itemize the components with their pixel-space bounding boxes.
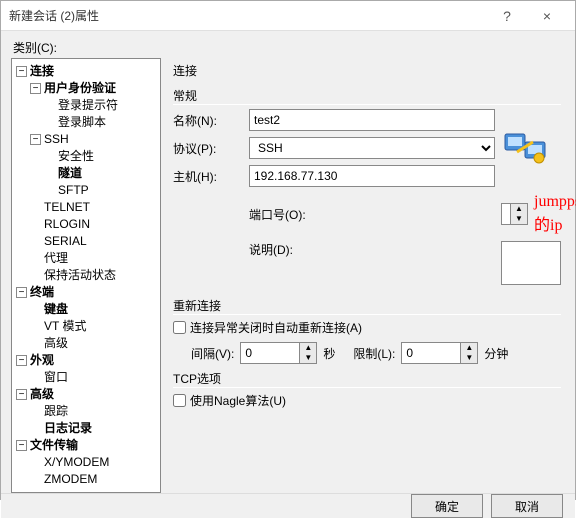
tree-terminal[interactable]: −终端 键盘 VT 模式 高级 bbox=[16, 284, 158, 352]
category-label: 类别(C): bbox=[13, 39, 565, 56]
minutes-label: 分钟 bbox=[484, 345, 508, 362]
tree-xymodem[interactable]: X/YMODEM bbox=[30, 454, 158, 471]
tree-ssh[interactable]: −SSH 安全性 隧道 SFTP bbox=[30, 131, 158, 199]
limit-input[interactable] bbox=[401, 342, 461, 364]
dialog-window: 新建会话 (2)属性 ? × 类别(C): − 连接 −用户身份验证 登录提示符 … bbox=[0, 0, 576, 500]
tree-security[interactable]: 安全性 bbox=[44, 148, 158, 165]
tree-serial[interactable]: SERIAL bbox=[30, 233, 158, 250]
tree-telnet[interactable]: TELNET bbox=[30, 199, 158, 216]
spin-down-icon[interactable]: ▼ bbox=[300, 353, 316, 363]
protocol-label: 协议(P): bbox=[173, 140, 243, 157]
collapse-icon[interactable]: − bbox=[16, 287, 27, 298]
tree-rlogin[interactable]: RLOGIN bbox=[30, 216, 158, 233]
tree-logging[interactable]: 日志记录 bbox=[30, 420, 158, 437]
panel-title: 连接 bbox=[173, 60, 561, 81]
tree-tunnel[interactable]: 隧道 bbox=[44, 165, 158, 182]
tree-window[interactable]: 窗口 bbox=[30, 369, 158, 386]
spin-down-icon[interactable]: ▼ bbox=[511, 214, 527, 224]
interval-stepper[interactable]: ▲▼ bbox=[240, 342, 317, 364]
window-title: 新建会话 (2)属性 bbox=[9, 7, 487, 24]
group-general-label: 常规 bbox=[173, 87, 561, 104]
tree-connection[interactable]: −连接 −用户身份验证 登录提示符 登录脚本 −SSH 安全性 bbox=[16, 63, 158, 284]
collapse-icon[interactable]: − bbox=[16, 440, 27, 451]
description-input[interactable] bbox=[501, 241, 561, 285]
name-input[interactable] bbox=[249, 109, 495, 131]
group-reconnect-label: 重新连接 bbox=[173, 297, 561, 314]
host-input[interactable] bbox=[249, 165, 495, 187]
limit-stepper[interactable]: ▲▼ bbox=[401, 342, 478, 364]
spin-up-icon[interactable]: ▲ bbox=[300, 343, 316, 353]
interval-label: 间隔(V): bbox=[191, 345, 234, 362]
collapse-icon[interactable]: − bbox=[16, 389, 27, 400]
tree-sftp[interactable]: SFTP bbox=[44, 182, 158, 199]
port-input[interactable] bbox=[501, 203, 511, 225]
tree-filetransfer[interactable]: −文件传输 X/YMODEM ZMODEM bbox=[16, 437, 158, 488]
tree-vtmode[interactable]: VT 模式 bbox=[30, 318, 158, 335]
help-button[interactable]: ? bbox=[487, 1, 527, 31]
spin-down-icon[interactable]: ▼ bbox=[461, 353, 477, 363]
tree-advanced[interactable]: −高级 跟踪 日志记录 bbox=[16, 386, 158, 437]
host-label: 主机(H): bbox=[173, 168, 243, 185]
content-row: − 连接 −用户身份验证 登录提示符 登录脚本 − SSH 安全性 bbox=[11, 58, 565, 493]
protocol-select[interactable]: SSH bbox=[249, 137, 495, 159]
nagle-label: 使用Nagle算法(U) bbox=[190, 392, 286, 409]
close-button[interactable]: × bbox=[527, 1, 567, 31]
divider bbox=[173, 104, 561, 105]
port-label: 端口号(O): bbox=[249, 206, 495, 223]
collapse-icon[interactable]: − bbox=[30, 83, 41, 94]
spin-up-icon[interactable]: ▲ bbox=[461, 343, 477, 353]
auto-reconnect-checkbox[interactable] bbox=[173, 321, 186, 334]
auto-reconnect-label: 连接异常关闭时自动重新连接(A) bbox=[190, 319, 362, 336]
tree-keyboard[interactable]: 键盘 bbox=[30, 301, 158, 318]
category-tree[interactable]: −连接 −用户身份验证 登录提示符 登录脚本 −SSH 安全性 bbox=[11, 58, 161, 493]
description-label: 说明(D): bbox=[249, 241, 495, 258]
collapse-icon[interactable]: − bbox=[16, 66, 27, 77]
nagle-checkbox[interactable] bbox=[173, 394, 186, 407]
tree-login-script[interactable]: 登录脚本 bbox=[44, 114, 158, 131]
ok-button[interactable]: 确定 bbox=[411, 494, 483, 518]
button-bar: 确定 取消 bbox=[1, 493, 575, 518]
divider bbox=[173, 387, 561, 388]
seconds-label: 秒 bbox=[323, 345, 335, 362]
connection-icon bbox=[501, 124, 549, 172]
collapse-icon[interactable]: − bbox=[30, 134, 41, 145]
tree-auth[interactable]: −用户身份验证 登录提示符 登录脚本 bbox=[30, 80, 158, 131]
tree-login-prompt[interactable]: 登录提示符 bbox=[44, 97, 158, 114]
cancel-button[interactable]: 取消 bbox=[491, 494, 563, 518]
tree-proxy[interactable]: 代理 bbox=[30, 250, 158, 267]
tree-appearance[interactable]: −外观 窗口 bbox=[16, 352, 158, 386]
tree-adv1[interactable]: 高级 bbox=[30, 335, 158, 352]
tree-trace[interactable]: 跟踪 bbox=[30, 403, 158, 420]
annotation-text: jumppserver的ip bbox=[534, 193, 576, 235]
tree-zmodem[interactable]: ZMODEM bbox=[30, 471, 158, 488]
settings-panel: 连接 常规 名称(N): 协议(P): SSH 主机(H): bbox=[167, 58, 565, 493]
tree-keepalive[interactable]: 保持活动状态 bbox=[30, 267, 158, 284]
group-tcp-label: TCP选项 bbox=[173, 370, 561, 387]
divider bbox=[173, 314, 561, 315]
port-stepper[interactable]: ▲▼ bbox=[501, 203, 528, 225]
titlebar: 新建会话 (2)属性 ? × bbox=[1, 1, 575, 31]
name-label: 名称(N): bbox=[173, 112, 243, 129]
collapse-icon[interactable]: − bbox=[16, 355, 27, 366]
dialog-body: 类别(C): − 连接 −用户身份验证 登录提示符 登录脚本 − SSH bbox=[1, 31, 575, 493]
limit-label: 限制(L): bbox=[353, 345, 395, 362]
spin-up-icon[interactable]: ▲ bbox=[511, 204, 527, 214]
interval-input[interactable] bbox=[240, 342, 300, 364]
